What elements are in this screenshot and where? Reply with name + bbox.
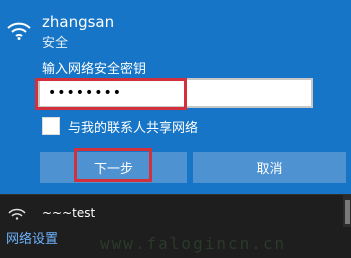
network-ssid: zhangsan bbox=[42, 13, 115, 31]
scrollbar-thumb[interactable] bbox=[345, 200, 350, 224]
wifi-signal-icon bbox=[7, 22, 31, 40]
watermark-text: www.falogincn.cn bbox=[100, 234, 287, 253]
divider bbox=[0, 194, 351, 195]
share-label: 与我的联系人共享网络 bbox=[68, 120, 199, 136]
next-button[interactable]: 下一步 bbox=[40, 152, 187, 183]
network-settings-link[interactable]: 网络设置 bbox=[6, 232, 58, 248]
wifi-signal-icon bbox=[8, 208, 26, 220]
share-checkbox[interactable] bbox=[42, 117, 60, 135]
security-status: 安全 bbox=[42, 36, 69, 51]
password-label: 输入网络安全密钥 bbox=[42, 62, 147, 77]
share-network-option[interactable]: 与我的联系人共享网络 bbox=[42, 116, 198, 136]
wifi-connect-panel: zhangsan 安全 输入网络安全密钥 与我的联系人共享网络 下一步 取消 bbox=[0, 0, 351, 194]
password-input[interactable] bbox=[38, 78, 313, 108]
cancel-button[interactable]: 取消 bbox=[193, 152, 346, 183]
network-list-item[interactable]: ~~~test bbox=[42, 206, 95, 220]
